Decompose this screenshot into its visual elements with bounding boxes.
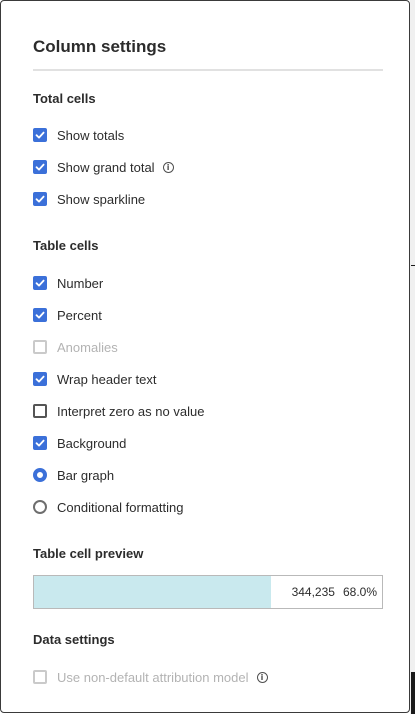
checkbox-checked-icon (33, 436, 47, 450)
conditional-formatting-radio[interactable]: Conditional formatting (33, 497, 183, 517)
checkbox-unchecked-icon (33, 404, 47, 418)
info-icon[interactable]: i (256, 671, 268, 683)
wrap-header-text-checkbox[interactable]: Wrap header text (33, 369, 156, 389)
interpret-zero-label: Interpret zero as no value (57, 403, 205, 419)
background-label: Background (57, 435, 127, 451)
column-settings-panel: Column settings Total cells Show totals … (0, 0, 410, 713)
show-sparkline-checkbox[interactable]: Show sparkline (33, 189, 145, 209)
anomalies-checkbox: Anomalies (33, 337, 118, 357)
number-checkbox[interactable]: Number (33, 273, 103, 293)
show-totals-checkbox[interactable]: Show totals (33, 125, 124, 145)
attribution-model-checkbox: Use non-default attribution model i (33, 667, 268, 687)
title-divider (33, 69, 383, 71)
anomalies-label: Anomalies (57, 339, 118, 355)
number-label: Number (57, 275, 104, 291)
total-cells-heading: Total cells (33, 91, 96, 106)
info-icon[interactable]: i (162, 161, 174, 173)
preview-percent: 68.0% (342, 585, 377, 599)
table-cell-preview: 344,235 68.0% (33, 575, 383, 609)
percent-label: Percent (57, 307, 102, 323)
conditional-formatting-label: Conditional formatting (57, 499, 184, 515)
attribution-model-label: Use non-default attribution model (57, 669, 249, 685)
table-cell-preview-heading: Table cell preview (33, 546, 144, 561)
preview-value: 344,235 (291, 585, 335, 599)
show-grand-total-label: Show grand total (57, 159, 155, 175)
checkbox-checked-icon (33, 372, 47, 386)
edge-mark (411, 672, 415, 714)
checkbox-checked-icon (33, 276, 47, 290)
preview-bar-fill (34, 576, 271, 608)
percent-checkbox[interactable]: Percent (33, 305, 102, 325)
checkbox-checked-icon (33, 128, 47, 142)
bar-graph-radio[interactable]: Bar graph (33, 465, 114, 485)
panel-title: Column settings (33, 37, 167, 56)
checkbox-checked-icon (33, 192, 47, 206)
background-window-edge (410, 0, 415, 714)
checkbox-disabled-icon (33, 340, 47, 354)
background-checkbox[interactable]: Background (33, 433, 126, 453)
checkbox-checked-icon (33, 160, 47, 174)
checkbox-checked-icon (33, 308, 47, 322)
show-sparkline-label: Show sparkline (57, 191, 146, 207)
checkbox-disabled-icon (33, 670, 47, 684)
radio-selected-icon (33, 468, 47, 482)
edge-mark (411, 265, 415, 266)
interpret-zero-checkbox[interactable]: Interpret zero as no value (33, 401, 204, 421)
show-grand-total-checkbox[interactable]: Show grand total i (33, 157, 174, 177)
preview-values: 344,235 68.0% (292, 576, 377, 608)
bar-graph-label: Bar graph (57, 467, 115, 483)
data-settings-heading: Data settings (33, 632, 115, 647)
show-totals-label: Show totals (57, 127, 125, 143)
radio-unselected-icon (33, 500, 47, 514)
wrap-header-text-label: Wrap header text (57, 371, 157, 387)
table-cells-heading: Table cells (33, 238, 99, 253)
